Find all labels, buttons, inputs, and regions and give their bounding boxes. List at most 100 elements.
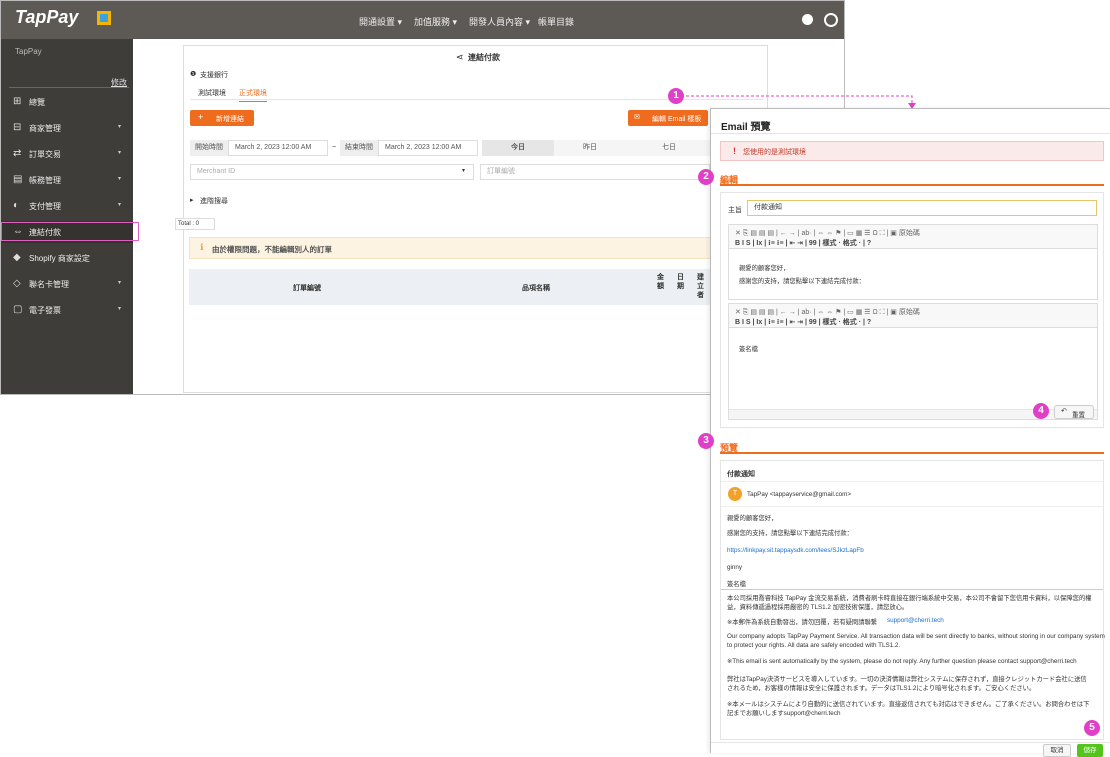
preview-thanks: 感謝您的支持，請您點擊以下連結完成付款： — [727, 530, 853, 537]
editor-toolbar-row1[interactable]: ✕ ⎘ ▤ ▤ ▤ | ← → | ab· | ⇔ ⇔ ⚑ | ▭ ▦ ☰ Ω … — [735, 228, 920, 238]
exchange-icon: ⇄ — [13, 148, 22, 159]
chevron-down-icon: ▾ — [117, 202, 121, 208]
tappay-logo: TapPay — [15, 7, 79, 27]
nav-activation[interactable]: 開通設置 ▾ — [359, 15, 402, 28]
editor-body-line[interactable]: 親愛的顧客您好， — [739, 263, 789, 272]
sidebar-item-cobrand[interactable]: ◇ 聯名卡管理 ▾ — [1, 273, 133, 295]
sidebar-item-orders[interactable]: ⇄ 訂單交易 ▾ — [1, 143, 133, 165]
cancel-button[interactable]: 取消 — [1043, 744, 1071, 757]
notice-ja-noreply: 記までお願いしますsupport@cherri.tech — [727, 710, 841, 717]
chevron-down-icon: ▾ — [117, 176, 121, 182]
sidebar: TapPay 修改 ⊞ 總覽 ⊟ 商家管理 ▾ ⇄ 訂單交易 ▾ ▤ 帳務管理 ▾ ◐ 支付管理… — [1, 39, 133, 394]
notice-en-noreply: ※This email is sent automatically by the… — [727, 658, 1077, 665]
editor-toolbar-row2[interactable]: B I S | Ix | ⁝≡ ⁝≡ | ⇤ ⇥ | 99 | 樣式 · 格式 … — [735, 238, 871, 248]
info-icon: ❶ — [190, 71, 197, 78]
editor-toolbar-row1[interactable]: ✕ ⎘ ▤ ▤ ▤ | ← → | ab· | ⇔ ⇔ ⚑ | ▭ ▦ ☰ Ω … — [735, 307, 920, 317]
preview-divider — [721, 506, 1103, 507]
edit-email-template-button[interactable]: ✉ 編輯 Email 樣板 — [628, 110, 708, 126]
add-link-button[interactable]: + 新增連結 — [190, 110, 254, 126]
notice-zh-line: 本公司採用喬睿科技 TapPay 金流交易系統，消費者刷卡時直接在銀行端系統中交… — [727, 595, 1092, 602]
plus-icon: + — [198, 112, 204, 122]
test-env-alert: ! 您使用的是測試環境 — [720, 141, 1104, 161]
annotation-badge-3: 3 — [698, 433, 714, 449]
subject-label: 主旨 — [728, 207, 742, 214]
notice-en-line: Our company adopts TapPay Payment Servic… — [727, 633, 1105, 640]
editor-toolbar-row2[interactable]: B I S | Ix | ⁝≡ ⁝≡ | ⇤ ⇥ | 99 | 樣式 · 格式 … — [735, 317, 871, 327]
mail-icon: ✉ — [634, 114, 640, 121]
notice-ja-line: されるため，お客様の情報は安全に保護されます。データはTLS1.2により暗号化さ… — [727, 685, 1036, 692]
modal-footer-divider — [711, 742, 1110, 743]
share-icon: ⋖ — [456, 52, 464, 62]
start-time-input[interactable]: March 2, 2023 12:00 AM — [228, 140, 328, 156]
caret-right-icon: ▸ — [190, 197, 194, 204]
payment-link[interactable]: https://linkpay.sit.tappaysdk.com/lees/S… — [727, 547, 864, 554]
notice-ja-noreply: ※本メールはシステムにより自動的に送信されています。直接返信されても対応はできま… — [727, 701, 1090, 708]
top-navbar: TapPay 開通設置 ▾ 加值服務 ▾ 開發人員內容 ▾ 帳單目錄 — [1, 1, 844, 39]
advanced-search-toggle[interactable]: 進階搜尋 — [200, 196, 228, 206]
nav-developer[interactable]: 開發人員內容 ▾ — [469, 15, 530, 28]
chevron-down-icon: ▾ — [462, 168, 466, 174]
nav-billing[interactable]: 帳單目錄 — [538, 15, 574, 28]
chevron-down-icon: ▾ — [117, 280, 121, 286]
sender-address: TapPay <tappayservice@gmail.com> — [747, 491, 852, 498]
editor-toolbar: ✕ ⎘ ▤ ▤ ▤ | ← → | ab· | ⇔ ⇔ ⚑ | ▭ ▦ ☰ Ω … — [729, 304, 1097, 328]
editor-panel: 主旨 付款通知 ✕ ⎘ ▤ ▤ ▤ | ← → | ab· | ⇔ ⇔ ⚑ | … — [720, 192, 1104, 428]
exclamation-icon: ! — [733, 146, 736, 156]
email-preview: 付款通知 T TapPay <tappayservice@gmail.com> … — [720, 460, 1105, 740]
date-tab-today[interactable]: 今日 — [482, 140, 554, 156]
preview-greeting: 親愛的顧客您好， — [727, 515, 778, 522]
save-button[interactable]: 儲存 — [1077, 744, 1103, 757]
payment-icon: ◐ — [13, 200, 20, 211]
subject-input[interactable]: 付款通知 — [747, 200, 1097, 216]
sidebar-item-accounting[interactable]: ▤ 帳務管理 ▾ — [1, 169, 133, 191]
nav-value-added[interactable]: 加值服務 ▾ — [414, 15, 457, 28]
merchant-name: TapPay — [15, 47, 42, 56]
end-time-label: 結束時間 — [340, 140, 378, 156]
support-email-link[interactable]: support@cherri.tech — [887, 617, 944, 624]
total-count: Total : 0 — [175, 218, 215, 230]
globe-icon[interactable] — [824, 13, 838, 27]
modal-title: Email 預覽 — [721, 122, 771, 133]
ledger-icon: ▤ — [13, 174, 23, 185]
chevron-down-icon: ▾ — [117, 124, 121, 130]
sidebar-item-merchant[interactable]: ⊟ 商家管理 ▾ — [1, 117, 133, 139]
store-icon: ⊟ — [13, 122, 22, 133]
sidebar-item-shopify[interactable]: ◆ Shopify 商家設定 — [1, 247, 133, 269]
date-tab-yesterday[interactable]: 昨日 — [554, 140, 626, 156]
preview-divider — [721, 589, 1103, 590]
range-dash: ~ — [332, 144, 337, 151]
grid-icon: ⊞ — [13, 96, 22, 107]
annotation-badge-1: 1 — [668, 88, 684, 104]
column-amount[interactable]: 金額 — [657, 273, 665, 291]
editor-body-line[interactable]: 感謝您的支持，請您點擊以下連結完成付款： — [739, 276, 865, 285]
annotation-badge-5: 5 — [1084, 720, 1100, 736]
merchant-id-select[interactable]: Merchant ID — [190, 164, 474, 180]
order-number-input[interactable]: 訂單編號 — [480, 164, 710, 180]
tappay-logo-icon — [97, 11, 111, 25]
end-time-input[interactable]: March 2, 2023 12:00 AM — [378, 140, 478, 156]
editor-toolbar: ✕ ⎘ ▤ ▤ ▤ | ← → | ab· | ⇔ ⇔ ⚑ | ▭ ▦ ☰ Ω … — [729, 225, 1097, 249]
date-tab-7days[interactable]: 七日 — [626, 140, 712, 156]
column-creator[interactable]: 建立者 — [697, 273, 705, 300]
notice-zh-line: 益，資料傳遞過程採用嚴密的 TLS1.2 加密技術保護，請您放心。 — [727, 604, 909, 611]
notice-en-line: to protect your rights. All data are saf… — [727, 642, 901, 649]
bank-support-link[interactable]: 支援銀行 — [200, 70, 228, 80]
signature-text[interactable]: 簽名檔 — [739, 344, 758, 353]
preview-divider — [721, 481, 1103, 482]
body-editor: ✕ ⎘ ▤ ▤ ▤ | ← → | ab· | ⇔ ⇔ ⚑ | ▭ ▦ ☰ Ω … — [728, 224, 1098, 300]
invoice-icon: ▢ — [13, 304, 23, 315]
sidebar-item-overview[interactable]: ⊞ 總覽 — [1, 91, 133, 113]
sidebar-item-einvoice[interactable]: ▢ 電子發票 ▾ — [1, 299, 133, 321]
page-title: 連結付款 — [468, 53, 500, 62]
tab-test-env[interactable]: 測試環境 — [198, 88, 226, 98]
preview-subject: 付款通知 — [727, 471, 755, 478]
sidebar-item-payment[interactable]: ◐ 支付管理 ▾ — [1, 195, 133, 217]
column-order-number[interactable]: 訂單編號 — [293, 283, 321, 293]
start-time-label: 開始時間 — [190, 140, 228, 156]
column-date[interactable]: 日期 — [677, 273, 685, 291]
column-item-name[interactable]: 品項名稱 — [522, 283, 550, 293]
reset-button[interactable]: ↶ 重置 — [1054, 405, 1094, 419]
card-icon: ◇ — [13, 278, 21, 289]
chevron-down-icon: ▾ — [117, 306, 121, 312]
theme-toggle-icon[interactable] — [802, 14, 813, 25]
